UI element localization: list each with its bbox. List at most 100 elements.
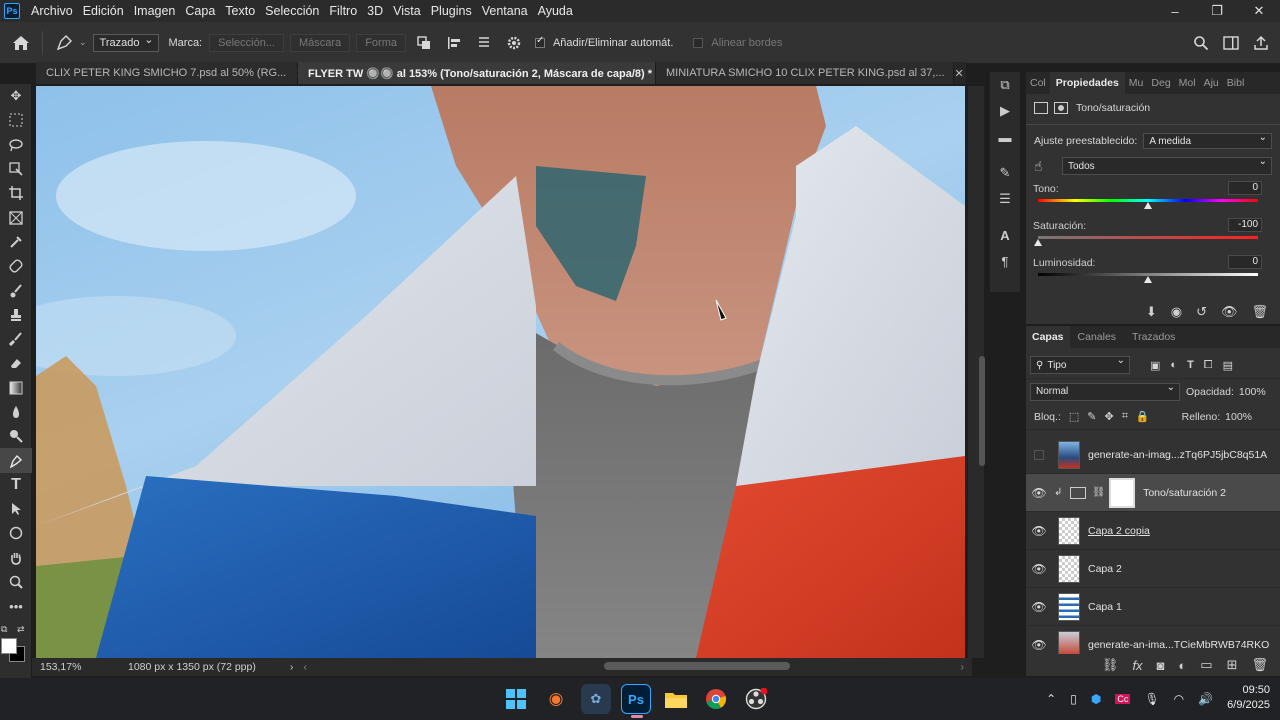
reset-icon[interactable]: ↺ (1196, 304, 1207, 320)
filter-type-icon[interactable]: T (1187, 359, 1194, 371)
close-window-button[interactable]: ✕ (1238, 0, 1280, 22)
lock-artboard-icon[interactable]: ⌗ (1122, 410, 1128, 423)
lightness-slider[interactable]: Luminosidad: 0 (1026, 255, 1280, 292)
windows-start-icon[interactable] (501, 684, 531, 714)
actions-play-icon[interactable]: ▶ (990, 98, 1020, 124)
tab-gradients[interactable]: Deg (1147, 72, 1174, 94)
chevron-up-icon[interactable]: ⌃ (1046, 692, 1056, 706)
dodge-tool-icon[interactable] (0, 424, 32, 448)
mask-button[interactable]: Máscara (290, 33, 351, 52)
layer-filter-select[interactable]: ⚲ Tipo (1030, 355, 1130, 374)
tab-channels[interactable]: Canales (1070, 326, 1125, 348)
menu-ventana[interactable]: Ventana (477, 0, 533, 22)
volume-icon[interactable]: 🔊 (1198, 692, 1213, 706)
delete-layer-trash-icon[interactable]: 🗑 (1251, 657, 1268, 673)
scroll-right-icon[interactable]: › (961, 661, 965, 673)
saturation-value[interactable]: -100 (1228, 218, 1262, 232)
home-icon[interactable] (10, 32, 32, 54)
layer-row[interactable]: 👁 Capa 2 copia (1026, 512, 1280, 550)
adjustments-icon[interactable]: ☰ (990, 186, 1020, 212)
obs-studio-icon[interactable] (741, 684, 771, 714)
blend-mode-select[interactable]: Normal (1030, 382, 1180, 401)
layer-visibility-toggle[interactable] (1026, 449, 1052, 460)
tab-color[interactable]: Col (1026, 72, 1050, 94)
microphone-icon[interactable]: 🎙 (1144, 692, 1159, 706)
new-layer-icon[interactable]: ⊞ (1227, 657, 1238, 673)
layer-visibility-eye-icon[interactable]: 👁 (1026, 562, 1052, 576)
filter-shape-icon[interactable]: ⧠ (1204, 359, 1213, 372)
trash-icon[interactable]: 🗑 (1251, 304, 1268, 320)
character-icon[interactable]: A (990, 222, 1020, 248)
layer-row[interactable]: 👁 ↲ ⛓ Tono/saturación 2 (1026, 474, 1280, 512)
selection-button[interactable]: Selección... (209, 33, 284, 52)
path-arrangement-icon[interactable] (473, 32, 495, 54)
security-shield-icon[interactable]: ⬢ (1091, 692, 1101, 706)
path-alignment-icon[interactable] (443, 32, 465, 54)
eraser-tool-icon[interactable] (0, 351, 32, 375)
foreground-color-swatch[interactable] (1, 638, 17, 654)
lock-pixels-icon[interactable]: ✎ (1087, 410, 1096, 423)
comments-icon[interactable]: ▬ (990, 124, 1020, 150)
gear-icon[interactable] (503, 32, 525, 54)
lock-position-icon[interactable]: ✥ (1104, 410, 1113, 423)
hue-slider[interactable]: Tono: 0 (1026, 181, 1280, 218)
tab-clix-peter-king[interactable]: CLIX PETER KING SMICHO 7.psd al 50% (RG.… (36, 62, 305, 84)
type-tool-icon[interactable]: T (0, 473, 32, 497)
gradient-tool-icon[interactable] (0, 376, 32, 400)
move-tool-icon[interactable]: ✥ (0, 84, 32, 108)
link-layers-icon[interactable]: ⛓ (1102, 657, 1119, 673)
menu-seleccion[interactable]: Selección (260, 0, 324, 22)
ellipse-tool-icon[interactable] (0, 521, 32, 545)
horizontal-scroll-thumb[interactable] (604, 662, 790, 670)
menu-filtro[interactable]: Filtro (324, 0, 362, 22)
lightness-slider-thumb[interactable] (1144, 276, 1152, 283)
chain-link-icon[interactable]: ⛓ (1092, 487, 1105, 498)
layer-row[interactable]: generate-an-imag...zTq6PJ5jbC8q51A (1026, 436, 1280, 474)
fill-input[interactable]: 100% (1225, 411, 1252, 423)
scroll-left-icon[interactable]: ‹ (303, 661, 307, 673)
menu-ayuda[interactable]: Ayuda (533, 0, 578, 22)
layer-row[interactable]: 👁 Capa 2 (1026, 550, 1280, 588)
tab-properties[interactable]: Propiedades (1049, 72, 1125, 94)
lock-all-icon[interactable]: 🔒 (1136, 410, 1150, 423)
preset-select[interactable]: A medida (1143, 132, 1272, 149)
new-adjustment-layer-icon[interactable]: ◐ (1178, 658, 1186, 673)
new-group-folder-icon[interactable]: ▭ (1200, 657, 1212, 673)
saturation-slider-thumb[interactable] (1034, 239, 1042, 246)
pen-tool-preset-icon[interactable] (53, 32, 75, 54)
tab-libraries[interactable]: Bibl (1223, 72, 1249, 94)
menu-capa[interactable]: Capa (180, 0, 220, 22)
lightness-value[interactable]: 0 (1228, 255, 1262, 269)
menu-imagen[interactable]: Imagen (129, 0, 181, 22)
photoshop-taskbar-icon[interactable]: Ps (621, 684, 651, 718)
zoom-tool-icon[interactable] (0, 570, 32, 594)
adobe-creative-cloud-icon[interactable]: Cc (1115, 694, 1131, 704)
default-colors-icon[interactable]: ⧉ (1, 624, 7, 635)
menu-edicion[interactable]: Edición (78, 0, 129, 22)
blur-tool-icon[interactable] (0, 400, 32, 424)
hue-value[interactable]: 0 (1228, 181, 1262, 195)
tab-miniatura-smicho[interactable]: MINIATURA SMICHO 10 CLIX PETER KING.psd … (656, 62, 964, 84)
swap-colors-icon[interactable]: ⇄ (17, 624, 25, 635)
menu-texto[interactable]: Texto (220, 0, 260, 22)
mask-icon[interactable] (1054, 102, 1068, 114)
history-brush-tool-icon[interactable] (0, 327, 32, 351)
file-explorer-icon[interactable] (661, 684, 691, 714)
more-tools-icon[interactable]: ••• (0, 594, 32, 618)
layer-visibility-eye-icon[interactable]: 👁 (1026, 486, 1052, 500)
layer-visibility-eye-icon[interactable]: 👁 (1026, 600, 1052, 614)
filter-pixel-icon[interactable]: ▣ (1150, 359, 1160, 372)
brush-settings-icon[interactable]: ✎ (990, 160, 1020, 186)
path-operations-icon[interactable] (413, 32, 435, 54)
blender-icon[interactable]: ◉ (541, 684, 571, 714)
menu-plugins[interactable]: Plugins (426, 0, 477, 22)
add-mask-icon[interactable]: ◙ (1157, 658, 1165, 673)
eyedropper-tool-icon[interactable] (0, 230, 32, 254)
layer-row[interactable]: 👁 Capa 1 (1026, 588, 1280, 626)
close-icon[interactable]: ✕ (955, 67, 964, 80)
tab-layers[interactable]: Capas (1026, 326, 1070, 348)
davinci-resolve-icon[interactable]: ✿ (581, 684, 611, 714)
menu-archivo[interactable]: Archivo (26, 0, 78, 22)
usb-device-icon[interactable]: ▯ (1070, 692, 1077, 706)
align-edges-checkbox[interactable] (693, 37, 704, 48)
